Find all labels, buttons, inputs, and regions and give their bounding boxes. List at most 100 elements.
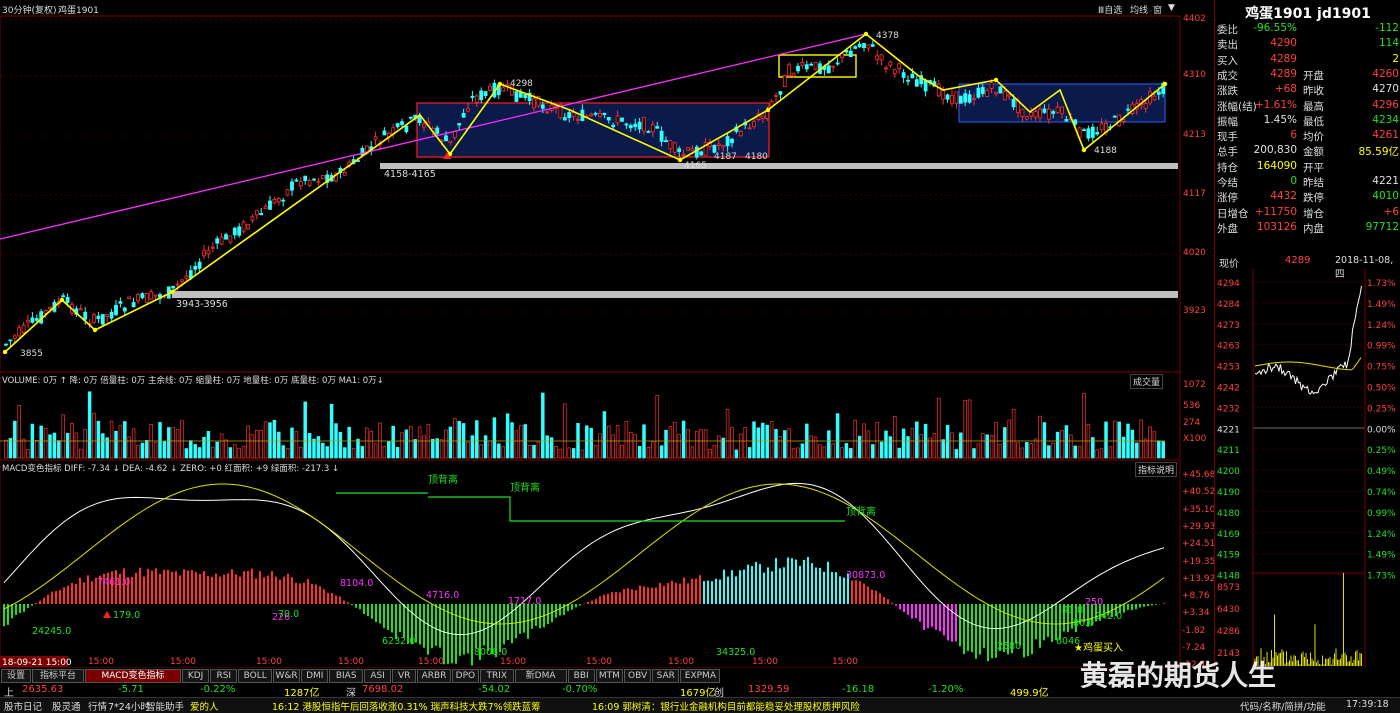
status-item-quotes[interactable]: 行情 — [88, 699, 107, 713]
volume-bar — [316, 436, 321, 459]
index-value: -0.22% — [200, 684, 236, 695]
indicator-tab[interactable]: MTM — [595, 669, 623, 683]
candle — [140, 292, 145, 300]
quote-label: 内盘 — [1303, 222, 1324, 235]
kline-chart[interactable]: 3855 4298 4378 4165 4187 4180 4188 4158-4165 394… — [0, 0, 1214, 668]
quote-label: 开平 — [1303, 161, 1324, 174]
wave-point — [92, 327, 98, 333]
indicator-tab[interactable]: RSI — [210, 669, 238, 683]
volume-bar — [849, 448, 853, 459]
quote-label: 最高 — [1303, 100, 1324, 113]
volume-bar — [888, 436, 893, 459]
price-tick: 4310 — [1183, 70, 1206, 80]
status-item-724[interactable]: 7*24小时 — [108, 699, 150, 713]
volume-bar — [615, 424, 620, 459]
mini-price-tick: 4263 — [1217, 342, 1240, 352]
volume-indicator-button[interactable]: 成交量 — [1130, 374, 1164, 389]
candle — [224, 232, 228, 240]
candle — [241, 219, 246, 234]
volume-bar — [347, 426, 351, 459]
volume-bar — [730, 427, 734, 459]
quote-value: 4290 — [1270, 37, 1297, 50]
volume-bar — [343, 447, 347, 459]
volume-bar — [233, 444, 237, 459]
indicator-tab[interactable]: SAR — [652, 669, 680, 683]
indicator-tab[interactable]: 设置 — [1, 669, 31, 683]
indicator-tab[interactable]: MACD变色指标 — [85, 669, 181, 683]
candle — [4, 343, 8, 347]
volume-bar — [857, 435, 862, 459]
volume-bar — [787, 428, 791, 459]
volume-bar — [391, 425, 395, 459]
volume-tick: 274 — [1183, 418, 1201, 428]
volume-bar — [299, 446, 303, 459]
volume-bar — [1029, 443, 1033, 459]
status-bar: 股市日记 股灵通 行情 7*24小时 智能助手 爱的人 16:12 港股恒指午后… — [0, 697, 1400, 713]
quote-value: 4289 — [1270, 67, 1297, 80]
status-item-gulingtong[interactable]: 股灵通 — [52, 699, 81, 713]
candle — [294, 178, 299, 183]
mini-volume-tick: 6430 — [1217, 605, 1240, 615]
dropdown-icon[interactable]: ▼ — [1168, 3, 1175, 13]
news-ticker-2[interactable]: 16:09 郭树清：银行业金融机构目前都能稳妥处理股权质押风险 — [592, 699, 860, 713]
volume-bar — [395, 446, 400, 459]
indicator-tab[interactable]: EXPMA — [680, 669, 721, 683]
macd-tick: +8.76 — [1182, 591, 1210, 602]
volume-bar — [422, 435, 426, 459]
indicator-help-button[interactable]: 指标说明 — [1135, 462, 1178, 477]
indicator-tab[interactable]: 指标平台 — [32, 669, 84, 683]
volume-bar — [1003, 427, 1007, 459]
volume-bar — [743, 427, 747, 459]
price-tick: 4402 — [1183, 14, 1206, 24]
candle — [1086, 125, 1091, 142]
status-item-assistant[interactable]: 智能助手 — [146, 699, 184, 713]
volume-bar — [219, 433, 224, 459]
macd-value-label: 41.8 — [1062, 605, 1083, 616]
indicator-tab[interactable]: DMI — [301, 669, 329, 683]
volume-bar — [703, 429, 708, 459]
quote-value: 85.59亿 — [1358, 146, 1399, 159]
quote-label: 日增仓 — [1217, 207, 1249, 220]
indicator-tab[interactable]: ASI — [364, 669, 392, 683]
volume-bar — [580, 449, 585, 459]
volume-bar — [479, 444, 483, 459]
volume-bar — [884, 430, 888, 459]
volume-bar — [1038, 415, 1042, 459]
indicator-tab[interactable]: TRIX — [480, 669, 514, 683]
candle — [813, 62, 818, 71]
volume-bar — [413, 439, 417, 459]
indicator-tab[interactable]: OBV — [624, 669, 652, 683]
ma-button[interactable]: 均线 — [1130, 3, 1148, 16]
candle — [105, 314, 110, 323]
indicator-tab[interactable]: BBI — [567, 669, 595, 683]
intraday-chart[interactable]: 4294 1.73% 4284 1.49% 4273 1.24% 4263 0.99% 4253… — [1215, 268, 1400, 668]
volume-bar — [967, 399, 972, 459]
macd-value-label: 6232.0 — [382, 636, 415, 647]
candle — [870, 40, 875, 48]
candle — [39, 308, 44, 325]
volume-bar — [989, 435, 994, 459]
status-item-diary[interactable]: 股市日记 — [4, 699, 42, 713]
news-ticker-0[interactable]: 爱的人 — [190, 699, 219, 713]
watchlist-button[interactable]: Ⅲ自选 — [1098, 3, 1122, 16]
indicator-tab[interactable]: KDJ — [182, 669, 210, 683]
volume-bar — [26, 449, 30, 459]
wave-point — [169, 289, 175, 295]
volume-bar — [127, 436, 131, 459]
volume-bar — [74, 432, 79, 459]
indicator-tab[interactable]: DPO — [451, 669, 479, 683]
divergence-label: 顶背离 — [510, 481, 540, 494]
volume-bar — [602, 411, 607, 459]
search-box[interactable]: 代码/名称/简拼/功能 — [1240, 699, 1326, 713]
window-button[interactable]: 窗 — [1153, 3, 1162, 16]
indicator-tab[interactable]: 新DMA — [514, 669, 567, 683]
news-ticker-1[interactable]: 16:12 港股恒指午后回落收涨0.31% 瑞声科技大跌7%领跌蓝筹 — [272, 699, 541, 713]
indicator-tab[interactable]: W&R — [273, 669, 301, 683]
indicator-tab[interactable]: ARBR — [417, 669, 451, 683]
period-label[interactable]: 30分钟(复权) — [2, 3, 56, 16]
indicator-tab[interactable]: BOLL — [238, 669, 272, 683]
indicator-tab[interactable]: VR — [392, 669, 417, 683]
indicator-tab[interactable]: BIAS — [329, 669, 363, 683]
candle — [303, 175, 308, 185]
mini-pct-tick: 1.49% — [1367, 300, 1396, 310]
